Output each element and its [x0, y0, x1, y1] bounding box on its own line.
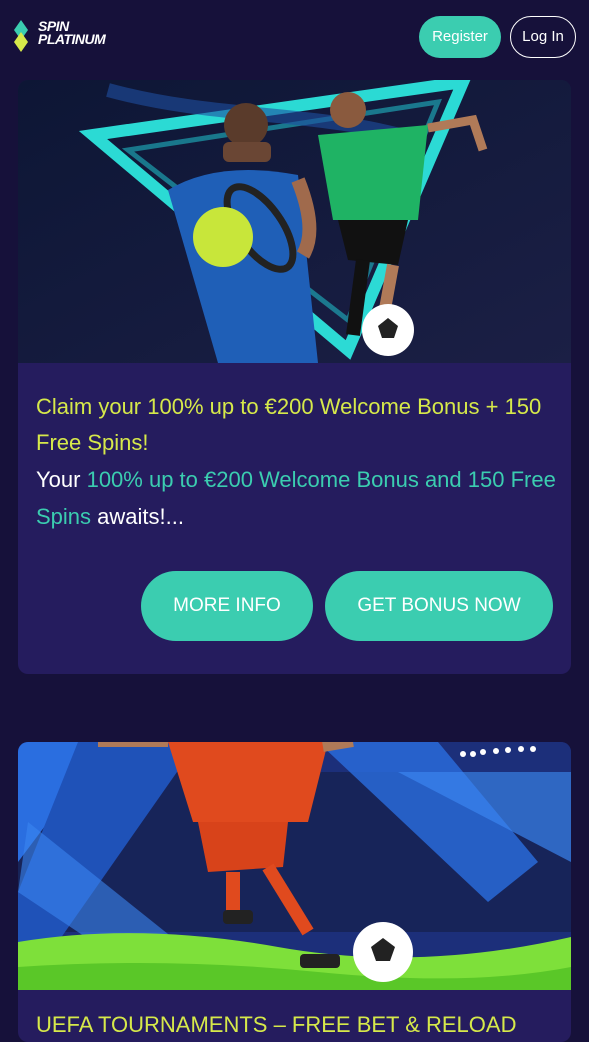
login-button[interactable]: Log In [510, 16, 576, 58]
logo-text: SPIN PLATINUM [38, 18, 106, 47]
description-suffix: awaits!... [91, 504, 184, 529]
welcome-bonus-title: Claim your 100% up to €200 Welcome Bonus… [36, 394, 542, 455]
diamond-logo-icon [14, 20, 28, 52]
register-button[interactable]: Register [419, 16, 501, 58]
spin-platinum-logo[interactable]: SPIN PLATINUM [12, 18, 132, 56]
more-info-button[interactable]: MORE INFO [141, 571, 313, 641]
top-header: SPIN PLATINUM Register Log In [0, 0, 589, 76]
welcome-bonus-banner-image[interactable] [18, 80, 571, 363]
uefa-tournaments-banner-image[interactable] [18, 742, 571, 990]
football-player-illustration [18, 742, 571, 990]
welcome-bonus-card: Claim your 100% up to €200 Welcome Bonus… [18, 80, 571, 674]
sports-players-illustration [18, 80, 571, 363]
description-text: Your [36, 467, 87, 492]
uefa-tournaments-card: UEFA TOURNAMENTS – FREE BET & RELOAD [18, 742, 571, 1042]
uefa-tournaments-title: UEFA TOURNAMENTS – FREE BET & RELOAD [36, 1012, 517, 1037]
welcome-bonus-description: Your 100% up to €200 Welcome Bonus and 1… [36, 461, 561, 535]
get-bonus-now-button[interactable]: GET BONUS NOW [325, 571, 553, 641]
